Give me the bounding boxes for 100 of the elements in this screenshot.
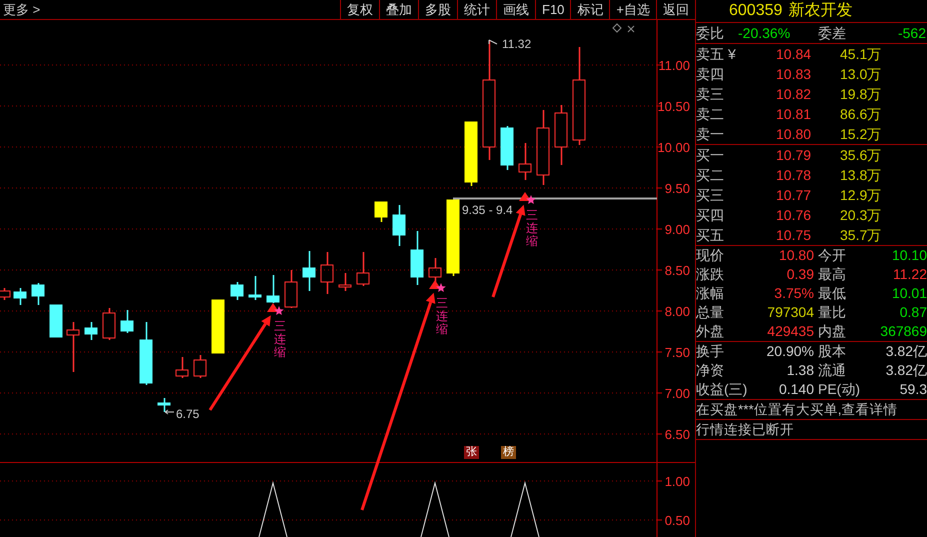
field-value: 797304 (766, 303, 814, 322)
field-value: 20.90% (766, 342, 814, 361)
candle (120, 310, 134, 333)
stock-name: 新农开发 (788, 0, 852, 21)
candle (266, 275, 280, 303)
candle (0, 288, 10, 300)
currency-symbol: ¥ (728, 45, 736, 64)
order-label: 卖四 (696, 65, 724, 84)
pointer-icon (488, 40, 498, 44)
field-label: 涨幅 (696, 284, 725, 303)
status-message: 行情连接已断开 (696, 420, 927, 440)
more-button[interactable]: 更多 > (0, 0, 44, 19)
field-label: 换手 (696, 342, 725, 361)
candle (140, 322, 152, 385)
order-price: 10.82 (776, 85, 812, 104)
signal-marker (267, 303, 284, 315)
candle (194, 355, 206, 378)
field-label: 净资 (696, 361, 725, 380)
candle (212, 300, 224, 354)
field-value: -562 (896, 24, 926, 43)
candle (338, 273, 352, 291)
signal-marker (519, 192, 536, 204)
order-volume: 45.1万 (840, 45, 882, 64)
field-value: 3.82亿 (884, 361, 927, 380)
axis-label: 9.50 (664, 181, 690, 196)
candle (554, 105, 568, 165)
pointer-icon (164, 410, 174, 414)
order-price: 10.80 (776, 125, 812, 144)
field-label: 委差 (818, 24, 847, 43)
candle (14, 288, 26, 305)
candle (428, 258, 442, 285)
order-label: 买五 (696, 226, 724, 245)
range-label: 9.35 - 9.4 (462, 203, 513, 217)
order-volume: 13.0万 (840, 65, 882, 84)
order-price: 10.84 (776, 45, 812, 64)
candle (302, 251, 316, 291)
candle (158, 398, 170, 412)
field-value: 10.80 (778, 246, 814, 265)
field-label: 今开 (817, 246, 847, 265)
field-value: 0.87 (898, 303, 927, 322)
status-message: 在买盘***位置有大买单,查看详情 (696, 400, 927, 420)
axis-label: 6.50 (664, 427, 690, 442)
candle (356, 252, 370, 286)
field-label: 最低 (817, 284, 847, 303)
field-value: 0.140 (778, 380, 814, 399)
stock-code: 600359 (729, 1, 782, 21)
field-label: 量比 (817, 303, 847, 322)
field-label: 涨跌 (696, 265, 725, 284)
candle (320, 252, 334, 294)
field-label: 委比 (696, 24, 725, 43)
field-value: 429435 (766, 322, 814, 341)
order-price: 10.75 (776, 226, 812, 245)
candle (500, 126, 514, 170)
tag-badge: 榜 (501, 446, 516, 459)
order-price: 10.81 (776, 105, 812, 124)
signal-label: 三连缩 (436, 297, 448, 337)
order-label: 卖五 (696, 45, 724, 64)
axis-label: 7.50 (664, 345, 690, 360)
axis-label: 9.00 (664, 222, 690, 237)
axis-label: 7.00 (664, 386, 690, 401)
field-label: PE(动) (817, 380, 861, 399)
order-label: 买二 (696, 166, 724, 185)
candle (176, 357, 188, 378)
order-volume: 13.8万 (840, 166, 882, 185)
order-price: 10.77 (776, 186, 812, 205)
order-volume: 12.9万 (840, 186, 882, 205)
order-label: 买三 (696, 186, 724, 205)
order-volume: 20.3万 (840, 206, 882, 225)
axis-label: 1.00 (664, 474, 690, 489)
field-value: -20.36% (738, 24, 792, 43)
field-value: 367869 (879, 322, 927, 341)
tag-badge: 张 (464, 446, 479, 459)
order-label: 卖一 (696, 125, 724, 144)
field-label: 收益(三) (696, 380, 748, 399)
field-value: 0.39 (786, 265, 814, 284)
low-price-label: 6.75 (176, 407, 200, 421)
order-volume: 35.6万 (840, 146, 882, 165)
axis-label: 10.50 (657, 99, 690, 114)
candle (374, 202, 388, 222)
field-value: 11.22 (892, 265, 927, 284)
signal-label: 三连缩 (526, 209, 538, 249)
candle (284, 270, 298, 308)
axis-label: 8.00 (664, 304, 690, 319)
signal-label: 三连缩 (274, 320, 286, 360)
field-value: 1.38 (786, 361, 814, 380)
order-volume: 35.7万 (840, 226, 882, 245)
candle (102, 308, 116, 340)
candle (392, 205, 406, 246)
candle (32, 283, 44, 305)
close-icon (628, 26, 634, 32)
candle (464, 122, 478, 186)
candle (248, 276, 262, 300)
order-label: 卖二 (696, 105, 724, 124)
axis-label: 11.00 (658, 58, 690, 73)
high-price-label: 11.32 (502, 37, 532, 51)
order-price: 10.83 (776, 65, 812, 84)
axis-label: 10.00 (657, 140, 690, 155)
field-value: 3.75% (773, 284, 814, 303)
axis-label: 8.50 (664, 263, 690, 278)
order-volume: 86.6万 (840, 105, 882, 124)
